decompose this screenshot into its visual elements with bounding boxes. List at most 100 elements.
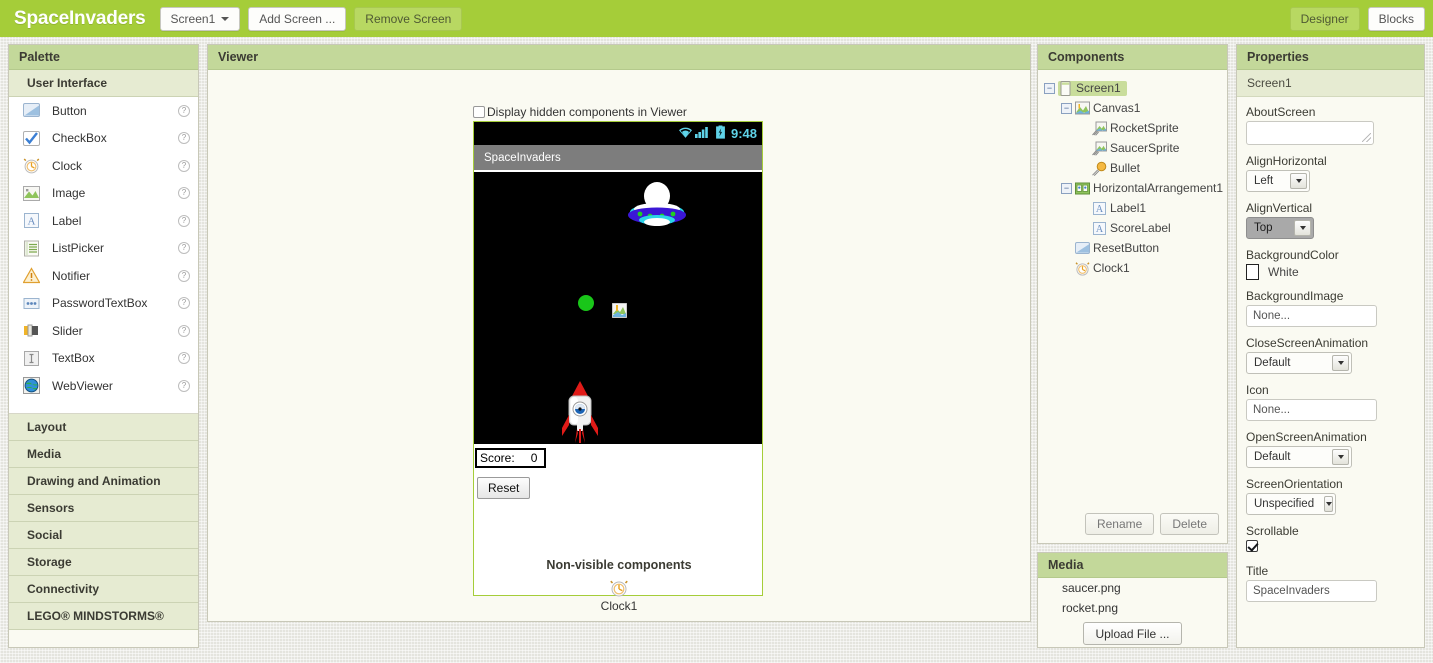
tree-node-label: Screen1 bbox=[1076, 81, 1121, 95]
non-visible-component-clock1[interactable]: Clock1 bbox=[208, 579, 1030, 613]
svg-text:A: A bbox=[28, 216, 36, 228]
component-actions: Rename Delete bbox=[1084, 513, 1219, 535]
property-select-openscreenanimation[interactable]: Default bbox=[1246, 446, 1352, 468]
phone-preview: 9:48 SpaceInvaders Score: 0 Reset bbox=[473, 121, 763, 596]
rocket-sprite[interactable] bbox=[558, 381, 602, 443]
palette-panel: Palette User Interface Button? CheckBox? C… bbox=[8, 44, 199, 648]
reset-button[interactable]: Reset bbox=[477, 477, 531, 499]
media-file-saucer-png[interactable]: saucer.png bbox=[1038, 578, 1227, 598]
add-screen-button[interactable]: Add Screen ... bbox=[248, 6, 347, 31]
property-input-backgroundimage[interactable]: None... bbox=[1246, 305, 1377, 327]
passwordtextbox-icon bbox=[23, 295, 40, 312]
tree-node-resetbutton[interactable]: ResetButton bbox=[1044, 238, 1227, 258]
tree-node-horizontalarrangement1[interactable]: − HorizontalArrangement1 bbox=[1044, 178, 1227, 198]
help-icon[interactable]: ? bbox=[178, 104, 190, 117]
help-icon[interactable]: ? bbox=[178, 132, 190, 145]
chevron-down-icon[interactable] bbox=[1294, 220, 1311, 236]
non-visible-components-title: Non-visible components bbox=[546, 558, 692, 572]
media-file-rocket-png[interactable]: rocket.png bbox=[1038, 598, 1227, 618]
palette-category-sensors[interactable]: Sensors bbox=[9, 494, 198, 522]
property-label-alignvertical: AlignVertical bbox=[1246, 201, 1313, 215]
tree-node-scorelabel[interactable]: A ScoreLabel bbox=[1044, 218, 1227, 238]
screen-selector-button[interactable]: Screen1 bbox=[159, 6, 241, 31]
tree-node-screen1[interactable]: − Screen1 bbox=[1044, 78, 1227, 98]
help-icon[interactable]: ? bbox=[178, 297, 190, 310]
palette-category-layout[interactable]: Layout bbox=[9, 413, 198, 441]
palette-item-label: TextBox bbox=[52, 351, 95, 366]
image-placeholder-icon[interactable] bbox=[611, 302, 628, 319]
property-textarea-aboutscreen[interactable] bbox=[1246, 121, 1374, 145]
palette-category-lego-mindstorms[interactable]: LEGO® MINDSTORMS® bbox=[9, 602, 198, 630]
palette-item-image[interactable]: Image? bbox=[9, 180, 198, 208]
collapse-icon[interactable]: − bbox=[1061, 102, 1072, 114]
bullet-ball[interactable] bbox=[578, 295, 594, 311]
palette-item-clock[interactable]: Clock? bbox=[9, 152, 198, 180]
palette-item-label[interactable]: A Label? bbox=[9, 207, 198, 235]
property-row-title: Title SpaceInvaders bbox=[1246, 564, 1415, 602]
help-icon[interactable]: ? bbox=[178, 324, 190, 337]
help-icon[interactable]: ? bbox=[178, 352, 190, 365]
tree-node-saucersprite[interactable]: SaucerSprite bbox=[1044, 138, 1227, 158]
property-select-alignvertical[interactable]: Top bbox=[1246, 217, 1314, 239]
property-input-icon[interactable]: None... bbox=[1246, 399, 1377, 421]
tree-node-clock1[interactable]: Clock1 bbox=[1044, 258, 1227, 278]
display-hidden-components-checkbox[interactable] bbox=[473, 106, 485, 118]
wifi-icon bbox=[677, 125, 694, 142]
property-color-backgroundcolor[interactable]: White bbox=[1246, 264, 1415, 280]
chevron-down-icon[interactable] bbox=[1332, 355, 1349, 371]
tree-node-bullet[interactable]: Bullet bbox=[1044, 158, 1227, 178]
tree-node-rocketsprite[interactable]: RocketSprite bbox=[1044, 118, 1227, 138]
blocks-tab[interactable]: Blocks bbox=[1367, 6, 1425, 31]
property-checkbox-scrollable[interactable] bbox=[1246, 540, 1258, 552]
property-select-screenorientation[interactable]: Unspecified bbox=[1246, 493, 1336, 515]
display-hidden-components-row[interactable]: Display hidden components in Viewer bbox=[473, 105, 687, 119]
color-swatch[interactable] bbox=[1246, 264, 1259, 280]
palette-item-button[interactable]: Button? bbox=[9, 97, 198, 125]
designer-tab[interactable]: Designer bbox=[1289, 6, 1360, 31]
tree-node-label: Clock1 bbox=[1093, 261, 1130, 275]
palette-category-storage[interactable]: Storage bbox=[9, 548, 198, 576]
chevron-down-icon[interactable] bbox=[1332, 449, 1349, 465]
help-icon[interactable]: ? bbox=[178, 242, 190, 255]
upload-file-button[interactable]: Upload File ... bbox=[1083, 622, 1182, 645]
palette-category-drawing-and-animation[interactable]: Drawing and Animation bbox=[9, 467, 198, 495]
help-icon[interactable]: ? bbox=[178, 269, 190, 282]
help-icon[interactable]: ? bbox=[178, 379, 190, 392]
app-title: SpaceInvaders bbox=[14, 7, 146, 29]
tree-node-label1[interactable]: A Label1 bbox=[1044, 198, 1227, 218]
palette-item-checkbox[interactable]: CheckBox? bbox=[9, 125, 198, 153]
palette-item-webviewer[interactable]: WebViewer? bbox=[9, 372, 198, 400]
help-icon[interactable]: ? bbox=[178, 214, 190, 227]
property-label-screenorientation: ScreenOrientation bbox=[1246, 477, 1343, 491]
horizontal-arrangement-score[interactable]: Score: 0 bbox=[475, 448, 547, 468]
delete-button[interactable]: Delete bbox=[1160, 513, 1219, 535]
palette-category-connectivity[interactable]: Connectivity bbox=[9, 575, 198, 603]
chevron-down-icon[interactable] bbox=[1290, 173, 1307, 189]
remove-screen-button[interactable]: Remove Screen bbox=[354, 6, 463, 31]
property-select-alignhorizontal[interactable]: Left bbox=[1246, 170, 1310, 192]
palette-category-user-interface[interactable]: User Interface bbox=[9, 70, 198, 97]
property-input-title[interactable]: SpaceInvaders bbox=[1246, 580, 1377, 602]
palette-item-notifier[interactable]: Notifier? bbox=[9, 262, 198, 290]
property-select-closescreenanimation[interactable]: Default bbox=[1246, 352, 1352, 374]
palette-category-media[interactable]: Media bbox=[9, 440, 198, 468]
tree-node-canvas1[interactable]: − Canvas1 bbox=[1044, 98, 1227, 118]
palette-item-slider[interactable]: Slider? bbox=[9, 317, 198, 345]
saucer-sprite[interactable] bbox=[626, 182, 688, 232]
palette-item-passwordtextbox[interactable]: PasswordTextBox? bbox=[9, 290, 198, 318]
viewer-panel: Viewer Display hidden components in View… bbox=[207, 44, 1031, 622]
label-icon: A bbox=[23, 212, 40, 229]
help-icon[interactable]: ? bbox=[178, 187, 190, 200]
property-label-alignhorizontal: AlignHorizontal bbox=[1246, 154, 1327, 168]
palette-item-textbox[interactable]: TextBox? bbox=[9, 345, 198, 373]
chevron-down-icon[interactable] bbox=[1324, 496, 1333, 512]
rename-button[interactable]: Rename bbox=[1084, 513, 1155, 535]
palette-category-social[interactable]: Social bbox=[9, 521, 198, 549]
collapse-icon[interactable]: − bbox=[1044, 82, 1055, 94]
help-icon[interactable]: ? bbox=[178, 159, 190, 172]
palette-item-listpicker[interactable]: ListPicker? bbox=[9, 235, 198, 263]
textbox-icon bbox=[23, 350, 40, 367]
property-row-openscreenanimation: OpenScreenAnimation Default bbox=[1246, 430, 1415, 468]
collapse-icon[interactable]: − bbox=[1061, 182, 1072, 194]
canvas-component[interactable] bbox=[474, 172, 762, 444]
